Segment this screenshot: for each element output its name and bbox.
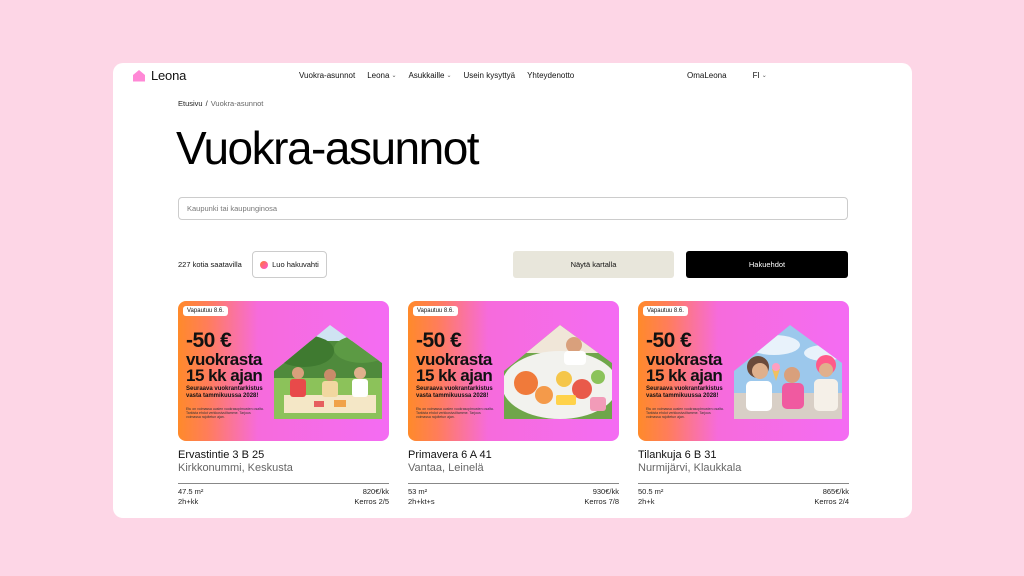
language-selector[interactable]: FI ⌄: [753, 71, 767, 80]
breadcrumb-separator: /: [205, 99, 208, 108]
divider: [638, 483, 849, 484]
listing-location: Nurmijärvi, Klaukkala: [638, 462, 742, 474]
listing-image: Vapautuu 8.6. -50 € vuokrasta 15 kk ajan…: [408, 301, 619, 441]
listing-address: Ervastintie 3 B 25: [178, 449, 265, 461]
listing-location: Vantaa, Leinelä: [408, 462, 484, 474]
promo-subtext: Seuraava vuokrantarkistus vasta tammikuu…: [186, 386, 263, 399]
create-search-alert-button[interactable]: Luo hakuvahti: [252, 251, 327, 278]
promo-subtext: Seuraava vuokrantarkistus vasta tammikuu…: [646, 386, 723, 399]
nav-yhteydenotto[interactable]: Yhteydenotto: [527, 71, 574, 80]
logo[interactable]: Leona: [132, 68, 186, 83]
nav-asukkaille[interactable]: Asukkaille ⌄: [408, 71, 451, 80]
listing-area: 50.5 m²: [638, 487, 664, 496]
listing-price: 930€/kk: [592, 487, 619, 496]
specs-left: 50.5 m² 2h+k: [638, 487, 663, 507]
listing-grid: Vapautuu 8.6. -50 € vuokrasta 15 kk ajan…: [178, 301, 849, 507]
promo-line: -50 €: [646, 329, 692, 352]
listing-price: 865€/kk: [822, 487, 849, 496]
listing-card[interactable]: Vapautuu 8.6. -50 € vuokrasta 15 kk ajan…: [638, 301, 849, 507]
listing-rooms: 2h+kt+s: [408, 497, 435, 507]
nav-label: Yhteydenotto: [527, 71, 575, 80]
browser-window: Leona Vuokra-asunnot Leona ⌄ Asukkaille ⌄ …: [113, 63, 912, 518]
divider: [178, 483, 389, 484]
nav-label: Vuokra-asunnot: [299, 71, 356, 80]
main-nav: Vuokra-asunnot Leona ⌄ Asukkaille ⌄ Usein …: [299, 71, 574, 80]
header-actions: OmaLeona FI ⌄: [687, 71, 767, 80]
nav-leona[interactable]: Leona ⌄: [367, 71, 396, 80]
listing-rooms: 2h+k: [638, 497, 655, 507]
listing-image: Vapautuu 8.6. -50 € vuokrasta 15 kk ajan…: [178, 301, 389, 441]
listing-card[interactable]: Vapautuu 8.6. -50 € vuokrasta 15 kk ajan…: [408, 301, 619, 507]
listing-rooms: 2h+kk: [178, 497, 199, 507]
chevron-down-icon: ⌄: [391, 73, 397, 79]
promo-line: 15 kk ajan: [416, 366, 493, 386]
house-logo-icon: [132, 69, 146, 82]
listing-specs: 53 m² 2h+kt+s 930€/kk Kerros 7/8: [408, 487, 619, 507]
breadcrumb: Etusivu / Vuokra-asunnot: [178, 99, 263, 108]
account-link[interactable]: OmaLeona: [687, 71, 727, 80]
listing-floor: Kerros 7/8: [584, 497, 619, 507]
breadcrumb-current: Vuokra-asunnot: [210, 99, 264, 108]
fruit-picnic-icon: [504, 323, 616, 421]
nav-label: Asukkaille: [408, 71, 445, 80]
language-label: FI: [752, 71, 760, 80]
nav-label: Leona: [367, 71, 390, 80]
promo-headline: -50 € vuokrasta 15 kk ajan: [646, 329, 723, 386]
listing-area: 47.5 m²: [178, 487, 204, 496]
listing-address: Tilankuja 6 B 31: [638, 449, 717, 461]
promo-headline: -50 € vuokrasta 15 kk ajan: [416, 329, 493, 386]
children-icecream-icon: [734, 323, 846, 421]
chevron-down-icon: ⌄: [446, 73, 452, 79]
promo-subtext: Seuraava vuokrantarkistus vasta tammikuu…: [416, 386, 493, 399]
listing-floor: Kerros 2/5: [354, 497, 389, 507]
listing-image: Vapautuu 8.6. -50 € vuokrasta 15 kk ajan…: [638, 301, 849, 441]
promo-headline: -50 € vuokrasta 15 kk ajan: [186, 329, 263, 386]
availability-badge: Vapautuu 8.6.: [183, 306, 228, 316]
promo-fineprint: Etu on voimassa uusien vuokrasopimusten …: [646, 407, 724, 420]
listing-card[interactable]: Vapautuu 8.6. -50 € vuokrasta 15 kk ajan…: [178, 301, 389, 507]
promo-line: -50 €: [416, 329, 462, 352]
specs-right: 865€/kk Kerros 2/4: [814, 487, 849, 507]
specs-left: 53 m² 2h+kt+s: [408, 487, 435, 507]
listing-area: 53 m²: [408, 487, 428, 496]
promo-fineprint: Etu on voimassa uusien vuokrasopimusten …: [416, 407, 494, 420]
results-count: 227 kotia saatavilla: [178, 260, 242, 269]
promo-line: 15 kk ajan: [646, 366, 723, 386]
search-input[interactable]: [178, 197, 848, 220]
results-toolbar: 227 kotia saatavilla Luo hakuvahti Näytä…: [178, 251, 848, 278]
specs-right: 820€/kk Kerros 2/5: [354, 487, 389, 507]
nav-vuokra-asunnot[interactable]: Vuokra-asunnot: [299, 71, 355, 80]
availability-badge: Vapautuu 8.6.: [413, 306, 458, 316]
page-title: Vuokra-asunnot: [176, 122, 480, 174]
listing-specs: 50.5 m² 2h+k 865€/kk Kerros 2/4: [638, 487, 849, 507]
logo-text: Leona: [151, 68, 187, 83]
availability-badge: Vapautuu 8.6.: [643, 306, 688, 316]
listing-specs: 47.5 m² 2h+kk 820€/kk Kerros 2/5: [178, 487, 389, 507]
listing-location: Kirkkonummi, Keskusta: [178, 462, 293, 474]
promo-line: 15 kk ajan: [186, 366, 263, 386]
alert-icon: [260, 260, 269, 269]
nav-usein-kysyttya[interactable]: Usein kysyttyä: [464, 71, 516, 80]
divider: [408, 483, 619, 484]
promo-fineprint: Etu on voimassa uusien vuokrasopimusten …: [186, 407, 264, 420]
picnic-family-icon: [274, 323, 386, 421]
breadcrumb-home[interactable]: Etusivu: [178, 99, 203, 108]
specs-left: 47.5 m² 2h+kk: [178, 487, 203, 507]
promo-line: -50 €: [186, 329, 232, 352]
show-on-map-button[interactable]: Näytä kartalla: [513, 251, 674, 278]
chevron-down-icon: ⌄: [761, 73, 767, 79]
listing-price: 820€/kk: [362, 487, 389, 496]
search-filters-button[interactable]: Hakuehdot: [686, 251, 848, 278]
listing-floor: Kerros 2/4: [814, 497, 849, 507]
specs-right: 930€/kk Kerros 7/8: [584, 487, 619, 507]
nav-label: Usein kysyttyä: [463, 71, 516, 80]
create-search-alert-label: Luo hakuvahti: [272, 260, 319, 269]
listing-address: Primavera 6 A 41: [408, 449, 492, 461]
